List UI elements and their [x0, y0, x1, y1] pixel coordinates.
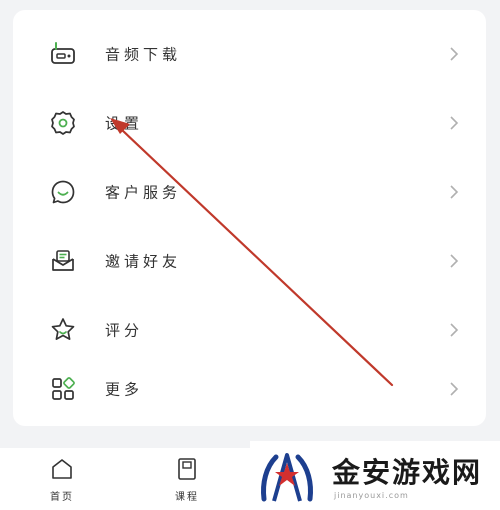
menu-item-label: 客户服务 [105, 183, 182, 201]
book-icon [178, 458, 196, 480]
menu-item-audio-download[interactable]: 音频下载 [13, 19, 486, 88]
watermark-logo-icon [261, 453, 313, 502]
chevron-right-icon [448, 381, 460, 397]
chevron-right-icon [448, 253, 460, 269]
home-icon [52, 459, 72, 479]
menu-item-label: 评分 [105, 321, 144, 339]
grid-icon [49, 375, 77, 403]
menu-item-customer-service[interactable]: 客户服务 [13, 157, 486, 226]
envelope-icon [49, 247, 77, 275]
menu-item-settings[interactable]: 设置 [13, 88, 486, 157]
watermark-text: 金安游戏网 [332, 456, 483, 489]
menu-item-label: 音频下载 [105, 45, 182, 63]
chevron-right-icon [448, 322, 460, 338]
chevron-right-icon [448, 46, 460, 62]
menu-card: 音频下载 设置 客户服务 邀请好友 评分 更多 [13, 10, 486, 426]
menu-item-label: 更多 [105, 380, 144, 398]
chevron-right-icon [448, 115, 460, 131]
chat-smile-icon [49, 178, 77, 206]
radio-icon [49, 40, 77, 68]
watermark: 金安游戏网 jinanyouxi.com [250, 441, 500, 510]
menu-item-label: 设置 [105, 114, 144, 132]
tab-home[interactable]: 首页 [32, 456, 92, 510]
star-icon [49, 316, 77, 344]
menu-item-invite-friends[interactable]: 邀请好友 [13, 226, 486, 295]
watermark-url: jinanyouxi.com [334, 491, 409, 500]
tab-label: 首页 [50, 492, 74, 503]
tab-label: 课程 [175, 492, 199, 503]
menu-item-label: 邀请好友 [105, 252, 182, 270]
gear-icon [49, 109, 77, 137]
chevron-right-icon [448, 184, 460, 200]
tab-course[interactable]: 课程 [157, 456, 217, 510]
menu-item-more[interactable]: 更多 [13, 354, 486, 423]
